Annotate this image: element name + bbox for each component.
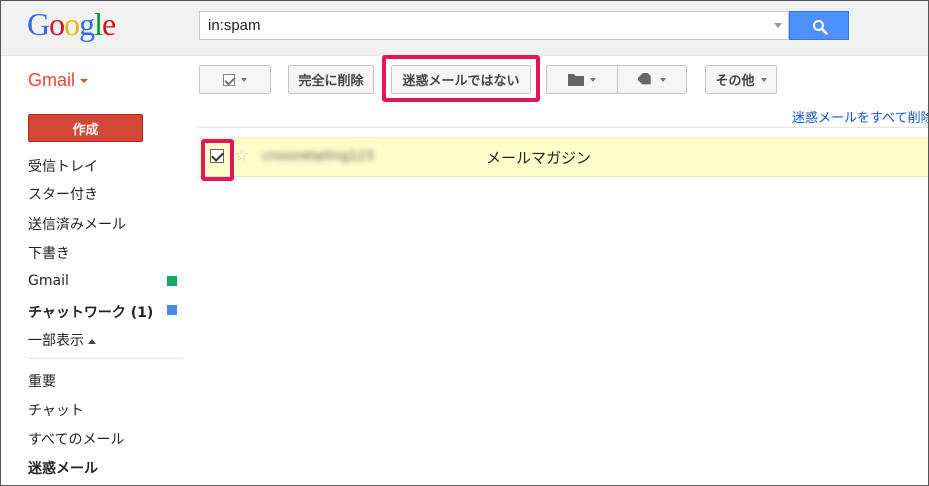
search-options-dropdown-icon[interactable] <box>774 23 782 28</box>
sidebar-item-sent[interactable]: 送信済みメール <box>28 214 126 234</box>
sidebar-item-chats[interactable]: チャット <box>28 400 84 420</box>
logo-letter: o <box>49 6 65 42</box>
sidebar-item-inbox[interactable]: 受信トレイ <box>28 156 98 176</box>
compose-button[interactable]: 作成 <box>28 114 143 142</box>
sidebar-item-show-less[interactable]: 一部表示 <box>28 330 96 350</box>
checkbox-icon <box>223 73 235 86</box>
search-input[interactable] <box>200 12 770 39</box>
message-checkbox[interactable] <box>210 149 224 163</box>
gmail-menu-label: Gmail <box>28 70 76 90</box>
sidebar-item-important[interactable]: 重要 <box>28 371 56 391</box>
search-button[interactable] <box>789 11 849 40</box>
star-icon[interactable]: ☆ <box>234 146 249 166</box>
sidebar-item-gmail-label[interactable]: Gmail <box>28 273 69 289</box>
gmail-app-menu[interactable]: Gmail <box>28 70 89 91</box>
sidebar-item-chatwork-label[interactable]: チャットワーク (1) <box>28 302 153 322</box>
top-bar: Google <box>0 0 929 56</box>
show-less-label: 一部表示 <box>28 333 84 349</box>
sidebar-item-starred[interactable]: スター付き <box>28 184 98 204</box>
chevron-up-icon <box>88 338 96 344</box>
label-color-icon[interactable] <box>167 276 177 286</box>
more-label: その他 <box>715 74 755 89</box>
sidebar-divider <box>28 358 183 359</box>
not-spam-label: 迷惑メールではない <box>402 74 520 89</box>
sidebar-item-drafts[interactable]: 下書き <box>28 243 70 263</box>
sidebar-item-all-mail[interactable]: すべてのメール <box>28 429 124 449</box>
chevron-down-icon <box>760 77 767 82</box>
logo-letter: e <box>102 6 116 42</box>
select-checkbox-button[interactable] <box>199 65 271 94</box>
logo-letter: l <box>94 6 103 42</box>
search-icon <box>813 20 828 35</box>
message-subject[interactable]: メールマガジン <box>486 147 591 168</box>
chevron-down-icon <box>80 79 89 84</box>
message-sender[interactable]: crossretailing123 <box>262 149 374 164</box>
label-tag-icon <box>638 72 651 84</box>
chevron-down-icon <box>241 77 247 82</box>
logo-letter: o <box>64 6 80 42</box>
not-spam-button[interactable]: 迷惑メールではない <box>391 65 531 94</box>
delete-forever-button[interactable]: 完全に削除 <box>288 65 374 94</box>
divider <box>199 127 929 128</box>
folder-icon <box>568 74 584 86</box>
delete-all-spam-link[interactable]: 迷惑メールをすべて削除 <box>792 107 929 126</box>
google-logo[interactable]: Google <box>27 6 116 43</box>
sidebar-item-spam[interactable]: 迷惑メール <box>28 458 98 478</box>
chevron-down-icon <box>590 77 596 82</box>
move-to-button[interactable] <box>546 65 618 94</box>
compose-label: 作成 <box>72 122 99 138</box>
logo-letter: g <box>79 6 95 42</box>
more-button[interactable]: その他 <box>705 65 777 94</box>
label-color-icon[interactable] <box>167 305 177 315</box>
labels-button[interactable] <box>617 65 687 94</box>
chevron-down-icon <box>660 77 666 82</box>
search-box <box>199 11 789 40</box>
logo-letter: G <box>27 6 50 42</box>
delete-forever-label: 完全に削除 <box>298 74 364 89</box>
